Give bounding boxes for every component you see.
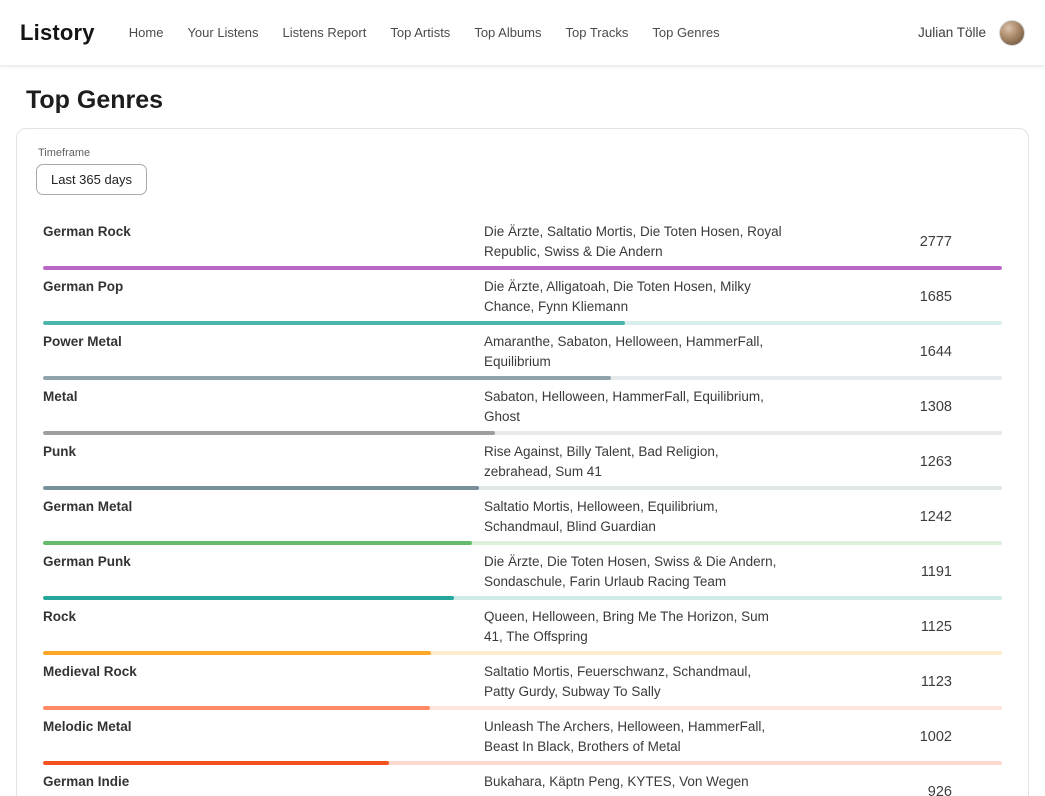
genre-row: German Indie Bukahara, Käptn Peng, KYTES… — [17, 765, 1028, 796]
genre-row: Melodic Metal Unleash The Archers, Hello… — [17, 710, 1028, 765]
genre-row-main: German Pop Die Ärzte, Alligatoah, Die To… — [17, 270, 1028, 321]
genre-row: German Pop Die Ärzte, Alligatoah, Die To… — [17, 270, 1028, 325]
user-area: Julian Tölle — [918, 20, 1025, 46]
genre-artists: Bukahara, Käptn Peng, KYTES, Von Wegen L… — [484, 772, 784, 796]
timeframe-label: Timeframe — [38, 147, 1009, 159]
genre-name: German Indie — [43, 772, 484, 796]
user-name[interactable]: Julian Tölle — [918, 25, 986, 40]
genre-count: 1123 — [784, 662, 1002, 702]
genre-row-main: Melodic Metal Unleash The Archers, Hello… — [17, 710, 1028, 761]
nav-item-top-albums[interactable]: Top Albums — [474, 25, 541, 40]
genre-name: Power Metal — [43, 332, 484, 372]
main-nav: Home Your Listens Listens Report Top Artist… — [129, 25, 918, 40]
genre-row: Rock Queen, Helloween, Bring Me The Hori… — [17, 600, 1028, 655]
genre-artists: Amaranthe, Sabaton, Helloween, HammerFal… — [484, 332, 784, 372]
genre-row: German Punk Die Ärzte, Die Toten Hosen, … — [17, 545, 1028, 600]
nav-item-listens-report[interactable]: Listens Report — [283, 25, 367, 40]
nav-item-top-tracks[interactable]: Top Tracks — [566, 25, 629, 40]
genre-count: 1308 — [784, 387, 1002, 427]
top-genres-card: Timeframe Last 365 days German Rock Die … — [16, 128, 1029, 796]
top-navbar: Listory Home Your Listens Listens Report To… — [0, 0, 1045, 66]
nav-item-top-artists[interactable]: Top Artists — [390, 25, 450, 40]
genre-count: 2777 — [784, 222, 1002, 262]
genre-artists: Saltatio Mortis, Helloween, Equilibrium,… — [484, 497, 784, 537]
genre-artists: Die Ärzte, Saltatio Mortis, Die Toten Ho… — [484, 222, 784, 262]
genre-name: German Punk — [43, 552, 484, 592]
genre-name: German Pop — [43, 277, 484, 317]
genre-artists: Rise Against, Billy Talent, Bad Religion… — [484, 442, 784, 482]
genre-row-main: German Rock Die Ärzte, Saltatio Mortis, … — [17, 215, 1028, 266]
genre-name: Rock — [43, 607, 484, 647]
genre-row: Medieval Rock Saltatio Mortis, Feuerschw… — [17, 655, 1028, 710]
nav-item-your-listens[interactable]: Your Listens — [187, 25, 258, 40]
genre-count: 1002 — [784, 717, 1002, 757]
genre-row: Power Metal Amaranthe, Sabaton, Hellowee… — [17, 325, 1028, 380]
genre-count: 926 — [784, 772, 1002, 796]
avatar[interactable] — [999, 20, 1025, 46]
genre-row-main: Punk Rise Against, Billy Talent, Bad Rel… — [17, 435, 1028, 486]
genre-row-main: Rock Queen, Helloween, Bring Me The Hori… — [17, 600, 1028, 651]
genre-name: German Rock — [43, 222, 484, 262]
genre-artists: Die Ärzte, Die Toten Hosen, Swiss & Die … — [484, 552, 784, 592]
genre-artists: Saltatio Mortis, Feuerschwanz, Schandmau… — [484, 662, 784, 702]
genre-artists: Queen, Helloween, Bring Me The Horizon, … — [484, 607, 784, 647]
timeframe-value: Last 365 days — [51, 172, 132, 187]
genre-row-main: German Metal Saltatio Mortis, Helloween,… — [17, 490, 1028, 541]
genre-row: German Rock Die Ärzte, Saltatio Mortis, … — [17, 215, 1028, 270]
genre-row-main: Power Metal Amaranthe, Sabaton, Hellowee… — [17, 325, 1028, 376]
genre-row: Metal Sabaton, Helloween, HammerFall, Eq… — [17, 380, 1028, 435]
genre-name: Medieval Rock — [43, 662, 484, 702]
genre-artists: Unleash The Archers, Helloween, HammerFa… — [484, 717, 784, 757]
genre-row-main: Medieval Rock Saltatio Mortis, Feuerschw… — [17, 655, 1028, 706]
timeframe-select[interactable]: Last 365 days — [36, 164, 147, 195]
timeframe-filter: Timeframe Last 365 days — [17, 147, 1028, 195]
genre-count: 1644 — [784, 332, 1002, 372]
genre-name: Punk — [43, 442, 484, 482]
nav-item-top-genres[interactable]: Top Genres — [652, 25, 719, 40]
genre-count: 1263 — [784, 442, 1002, 482]
genre-row: German Metal Saltatio Mortis, Helloween,… — [17, 490, 1028, 545]
genre-row-main: German Punk Die Ärzte, Die Toten Hosen, … — [17, 545, 1028, 596]
genre-count: 1242 — [784, 497, 1002, 537]
genre-count: 1685 — [784, 277, 1002, 317]
page-title: Top Genres — [26, 86, 1045, 115]
genre-count: 1125 — [784, 607, 1002, 647]
genre-row-main: German Indie Bukahara, Käptn Peng, KYTES… — [17, 765, 1028, 796]
genre-row-main: Metal Sabaton, Helloween, HammerFall, Eq… — [17, 380, 1028, 431]
genre-name: Metal — [43, 387, 484, 427]
genre-name: German Metal — [43, 497, 484, 537]
genre-artists: Sabaton, Helloween, HammerFall, Equilibr… — [484, 387, 784, 427]
genre-table: German Rock Die Ärzte, Saltatio Mortis, … — [17, 215, 1028, 796]
nav-item-home[interactable]: Home — [129, 25, 164, 40]
app-logo[interactable]: Listory — [20, 20, 95, 46]
genre-artists: Die Ärzte, Alligatoah, Die Toten Hosen, … — [484, 277, 784, 317]
genre-row: Punk Rise Against, Billy Talent, Bad Rel… — [17, 435, 1028, 490]
genre-count: 1191 — [784, 552, 1002, 592]
genre-name: Melodic Metal — [43, 717, 484, 757]
